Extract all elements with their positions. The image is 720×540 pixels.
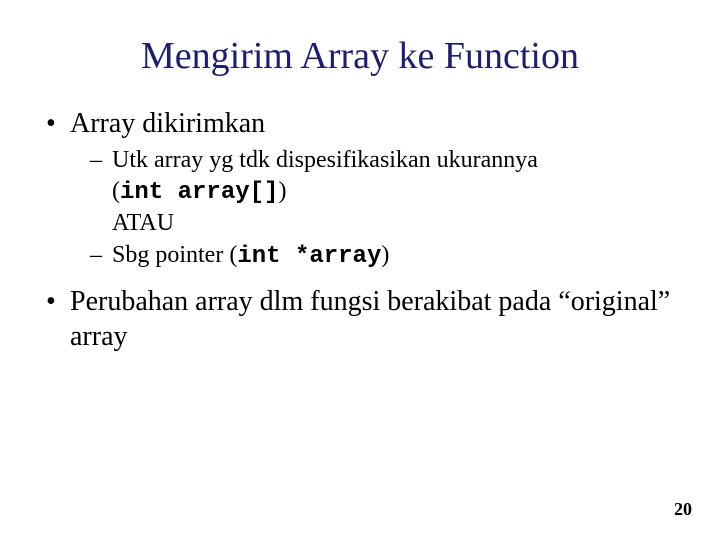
bullet-1-text: Array dikirimkan [70, 108, 265, 139]
slide-title: Mengirim Array ke Function [0, 0, 720, 78]
bullet-1-sublist: Utk array yg tdk dispesifikasikan ukuran… [90, 145, 678, 272]
code-int-star-array: int *array [237, 243, 381, 270]
bullet-1: Array dikirimkan Utk array yg tdk dispes… [42, 106, 678, 272]
bullet-2: Perubahan array dlm fungsi berakibat pad… [42, 284, 678, 354]
bullet-1-sub1-line2: (int array[]) [112, 176, 678, 208]
slide: Mengirim Array ke Function Array dikirim… [0, 0, 720, 540]
slide-body: Array dikirimkan Utk array yg tdk dispes… [0, 78, 720, 354]
bullet-1-sub1-line3: ATAU [112, 208, 678, 239]
bullet-1-sub2: Sbg pointer (int *array) [90, 240, 678, 272]
page-number: 20 [674, 499, 692, 520]
bullet-list: Array dikirimkan Utk array yg tdk dispes… [42, 106, 678, 354]
code-int-array-brackets: int array[] [120, 179, 278, 206]
bullet-2-text: Perubahan array dlm fungsi berakibat pad… [70, 286, 670, 352]
bullet-1-sub1: Utk array yg tdk dispesifikasikan ukuran… [90, 145, 678, 240]
bullet-1-sub2-text: Sbg pointer ( [112, 242, 237, 268]
bullet-1-sub1-text: Utk array yg tdk dispesifikasikan ukuran… [112, 147, 538, 173]
bullet-1-sub2-close: ) [381, 242, 389, 268]
